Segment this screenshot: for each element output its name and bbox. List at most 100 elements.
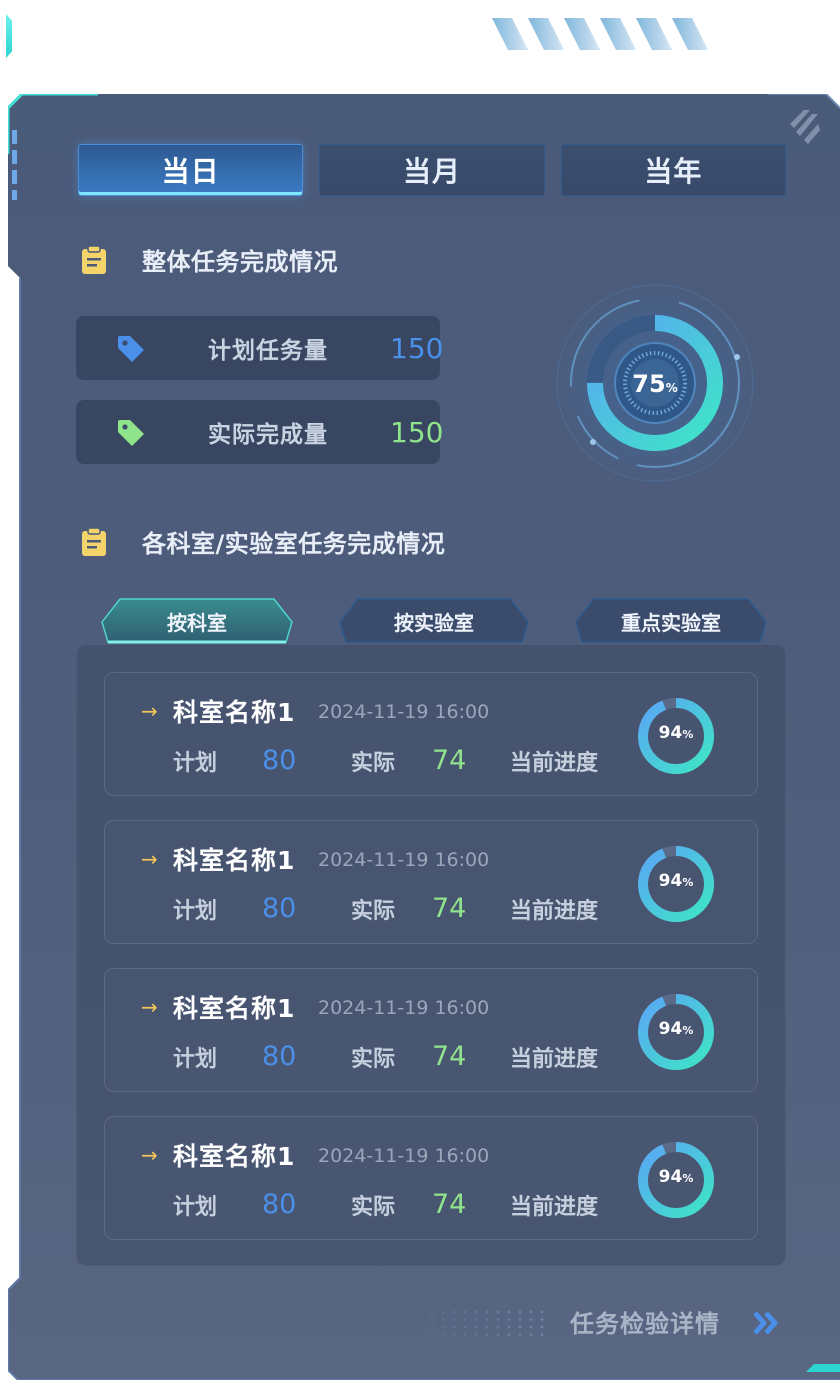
decor-dot — [430, 1318, 434, 1321]
list-item[interactable]: → 科室名称1 2024-11-19 16:00 计划 80 实际 74 当前进… — [104, 1116, 758, 1240]
decor-dot — [518, 1333, 522, 1336]
decor-dot — [485, 1310, 489, 1314]
actual-value: 74 — [432, 745, 467, 776]
list-item[interactable]: → 科室名称1 2024-11-19 16:00 计划 80 实际 74 当前进… — [104, 820, 758, 944]
decor-dot — [518, 1318, 522, 1321]
tab-by-laboratory[interactable]: 按实验室 — [338, 598, 530, 644]
overall-progress-value: 75% — [632, 370, 678, 398]
decor-dot — [474, 1318, 478, 1321]
decor-dot — [430, 1310, 434, 1314]
decor-dot — [496, 1325, 500, 1329]
tab-key-laboratory[interactable]: 重点实验室 — [574, 598, 768, 644]
decor-dot — [485, 1333, 489, 1336]
arrow-right-icon: → — [141, 1143, 158, 1167]
planned-label: 计划任务量 — [208, 338, 328, 364]
decor-dot — [430, 1325, 434, 1329]
decor-dot — [518, 1310, 522, 1314]
progress-value: 94% — [658, 871, 694, 891]
actual-label: 实际 — [351, 899, 396, 924]
progress-label: 当前进度 — [510, 1195, 599, 1220]
progress-label: 当前进度 — [510, 1047, 599, 1072]
timestamp: 2024-11-19 16:00 — [318, 849, 490, 871]
overall-section-header: 整体任务完成情况 — [80, 242, 338, 277]
timestamp: 2024-11-19 16:00 — [318, 997, 490, 1019]
departments-title: 各科室/实验室任务完成情况 — [142, 530, 446, 558]
decor-dot — [529, 1325, 533, 1329]
decor-dot — [463, 1325, 467, 1329]
tab-this-year[interactable]: 当年 — [560, 144, 786, 196]
departments-section-header: 各科室/实验室任务完成情况 — [80, 524, 445, 559]
period-tabs: 当日 当月 当年 — [78, 144, 786, 198]
corner-hatch-decoration — [790, 110, 820, 144]
plan-value: 80 — [262, 1041, 297, 1072]
actual-label: 实际 — [351, 1195, 396, 1220]
tag-icon — [118, 336, 144, 362]
actual-value: 74 — [432, 893, 467, 924]
timestamp: 2024-11-19 16:00 — [318, 1145, 490, 1167]
department-name: 科室名称1 — [173, 994, 296, 1023]
decor-dot — [452, 1310, 456, 1314]
clipboard-icon — [82, 244, 106, 274]
decor-dot — [507, 1333, 511, 1336]
department-name: 科室名称1 — [173, 698, 296, 727]
list-item[interactable]: → 科室名称1 2024-11-19 16:00 计划 80 实际 74 当前进… — [104, 672, 758, 796]
tab-this-month[interactable]: 当月 — [319, 144, 545, 196]
decor-dot — [496, 1333, 500, 1336]
decor-dot — [529, 1333, 533, 1336]
plan-label: 计划 — [173, 1047, 218, 1072]
overall-title: 整体任务完成情况 — [142, 248, 338, 276]
decor-dot — [430, 1333, 434, 1336]
decor-dot — [463, 1310, 467, 1314]
clipboard-icon — [82, 526, 106, 556]
decor-dot — [507, 1318, 511, 1321]
progress-label: 当前进度 — [510, 751, 599, 776]
arrow-right-icon: → — [141, 847, 158, 871]
planned-stat: 计划任务量 150 — [76, 316, 444, 380]
department-name: 科室名称1 — [173, 1142, 296, 1171]
actual-label: 实际 — [351, 1047, 396, 1072]
decor-dot — [507, 1325, 511, 1329]
decor-dot — [540, 1325, 544, 1329]
department-name: 科室名称1 — [173, 846, 296, 875]
decor-dot — [540, 1333, 544, 1336]
decorative-stripes — [492, 18, 708, 50]
decor-dot — [474, 1310, 478, 1314]
actual-value: 74 — [432, 1041, 467, 1072]
actual-stat: 实际完成量 150 — [76, 400, 444, 464]
decor-dot — [485, 1325, 489, 1329]
plan-label: 计划 — [173, 751, 218, 776]
dot-pattern-decoration — [430, 1310, 544, 1336]
decor-dot — [496, 1310, 500, 1314]
decor-dot — [441, 1325, 445, 1329]
arrow-right-icon: → — [141, 995, 158, 1019]
task-detail-link[interactable]: 任务检验详情 — [570, 1304, 720, 1339]
decor-dot — [518, 1325, 522, 1329]
decor-dot — [452, 1325, 456, 1329]
decor-dot — [496, 1318, 500, 1321]
planned-value: 150 — [390, 331, 444, 365]
decor-dot — [452, 1333, 456, 1336]
actual-value: 74 — [432, 1189, 467, 1220]
decor-dot — [463, 1318, 467, 1321]
side-dashes — [12, 130, 17, 200]
decor-dot — [452, 1318, 456, 1321]
top-left-accent — [6, 14, 12, 58]
decor-dot — [463, 1333, 467, 1336]
decor-dot — [540, 1318, 544, 1321]
actual-label: 实际完成量 — [208, 422, 328, 448]
tab-today[interactable]: 当日 — [78, 144, 304, 196]
list-item[interactable]: → 科室名称1 2024-11-19 16:00 计划 80 实际 74 当前进… — [104, 968, 758, 1092]
decor-dot — [441, 1333, 445, 1336]
double-chevron-right-icon[interactable] — [752, 1310, 780, 1336]
plan-value: 80 — [262, 745, 297, 776]
plan-label: 计划 — [173, 899, 218, 924]
actual-value: 150 — [390, 415, 444, 449]
decor-dot — [529, 1318, 533, 1321]
decor-dot — [540, 1310, 544, 1314]
progress-value: 94% — [658, 1019, 694, 1039]
tab-by-department[interactable]: 按科室 — [100, 598, 294, 644]
actual-label: 实际 — [351, 751, 396, 776]
decor-dot — [474, 1325, 478, 1329]
arrow-right-icon: → — [141, 699, 158, 723]
department-tabs: 按科室 按实验室 重点实验室 — [100, 598, 768, 646]
